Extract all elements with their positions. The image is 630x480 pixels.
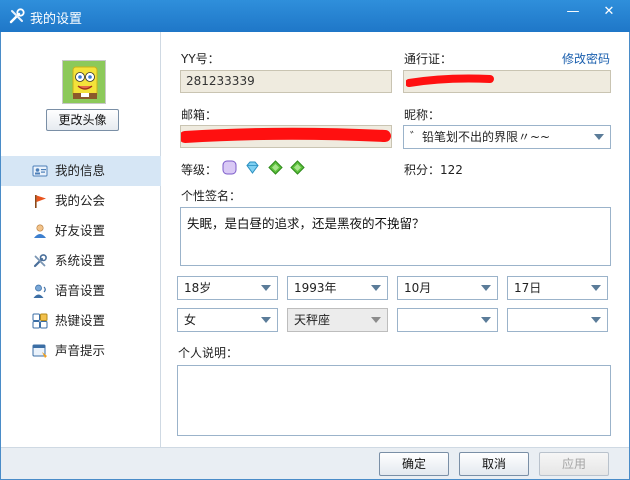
birth-year-value: 1993年 [294, 281, 337, 295]
birth-month-dropdown[interactable]: 10月 [397, 276, 498, 300]
sidebar-item-label: 系统设置 [55, 253, 106, 268]
sidebar-item-label: 好友设置 [55, 223, 106, 238]
minimize-button[interactable]: — [560, 2, 586, 22]
voice-icon [33, 284, 46, 298]
sidebar-item-voice-settings[interactable]: 语音设置 [1, 276, 161, 306]
city-dropdown[interactable] [507, 308, 608, 332]
sidebar-item-sound-alerts[interactable]: 声音提示 [1, 336, 161, 366]
description-input[interactable] [177, 365, 611, 436]
chevron-down-icon[interactable] [591, 317, 601, 323]
points-value: 122 [440, 163, 463, 177]
tools-icon [33, 254, 47, 268]
sidebar-item-system-settings[interactable]: 系统设置 [1, 246, 161, 276]
sidebar-item-label: 我的信息 [55, 163, 106, 178]
tools-icon [9, 8, 25, 24]
title-bar[interactable]: 我的设置 — ✕ [0, 0, 630, 32]
description-label: 个人说明： [178, 346, 239, 360]
hotkey-icon [32, 313, 48, 329]
age-dropdown[interactable]: 18岁 [177, 276, 278, 300]
chevron-down-icon[interactable] [261, 317, 271, 323]
ok-button[interactable]: 确定 [379, 452, 449, 476]
birth-month-value: 10月 [404, 281, 432, 295]
email-label: 邮箱： [181, 108, 218, 122]
sidebar-item-label: 我的公会 [55, 193, 106, 208]
sound-icon [32, 344, 47, 358]
zodiac-value: 天秤座 [294, 313, 331, 327]
sidebar-item-friend-settings[interactable]: 好友设置 [1, 216, 161, 246]
birth-day-dropdown[interactable]: 17日 [507, 276, 608, 300]
dialog-footer: 确定 取消 应用 [1, 447, 629, 479]
sidebar-item-label: 声音提示 [55, 343, 106, 358]
chevron-down-icon[interactable] [481, 317, 491, 323]
level-badges [222, 160, 309, 176]
sidebar: 更改头像 我的信息 我的公会 好友设置 系统设置 语音设置 热键设置 声音提示 [1, 32, 161, 447]
sidebar-item-my-info[interactable]: 我的信息 [1, 156, 161, 186]
gender-value: 女 [184, 313, 197, 327]
sidebar-item-label: 热键设置 [55, 313, 106, 328]
zodiac-dropdown: 天秤座 [287, 308, 388, 332]
close-button[interactable]: ✕ [596, 2, 622, 22]
star-badge-icon [267, 160, 283, 175]
yy-number-label: YY号： [181, 52, 220, 66]
flag-icon [35, 195, 46, 208]
apply-button: 应用 [539, 452, 609, 476]
points-label: 积分：122 [404, 161, 463, 178]
redaction-mark [181, 127, 391, 143]
user-card-icon [32, 165, 48, 177]
change-password-link[interactable]: 修改密码 [562, 50, 610, 67]
nickname-label: 昵称： [404, 108, 441, 122]
redaction-mark [406, 74, 494, 87]
profile-panel: YY号： 281233339 通行证： 修改密码 邮箱： 昵称： ゛铅笔划不出的… [162, 32, 629, 447]
sidebar-item-label: 语音设置 [55, 283, 106, 298]
avatar[interactable] [62, 60, 106, 104]
gender-dropdown[interactable]: 女 [177, 308, 278, 332]
birth-day-value: 17日 [514, 281, 542, 295]
yy-number-field[interactable]: 281233339 [180, 70, 392, 93]
signature-input[interactable]: 失眠，是白昼的追求，还是黑夜的不挽留？ [180, 207, 611, 266]
chevron-down-icon[interactable] [371, 285, 381, 291]
chevron-down-icon[interactable] [591, 285, 601, 291]
cancel-button[interactable]: 取消 [459, 452, 529, 476]
friend-icon [34, 224, 46, 238]
nickname-value: ゛铅笔划不出的界限〃~~ [410, 130, 551, 144]
diamond-badge-icon [246, 161, 259, 174]
window-title: 我的设置 [30, 12, 83, 27]
signature-label: 个性签名： [181, 189, 242, 203]
star-badge-icon [290, 160, 306, 175]
birth-year-dropdown[interactable]: 1993年 [287, 276, 388, 300]
nickname-dropdown[interactable]: ゛铅笔划不出的界限〃~~ [403, 125, 611, 149]
sidebar-item-hotkey-settings[interactable]: 热键设置 [1, 306, 161, 336]
passport-field[interactable] [403, 70, 611, 93]
level-label: 等级： [181, 163, 218, 177]
moon-badge-icon [222, 160, 237, 175]
sidebar-item-my-guild[interactable]: 我的公会 [1, 186, 161, 216]
age-value: 18岁 [184, 281, 212, 295]
sidebar-nav: 我的信息 我的公会 好友设置 系统设置 语音设置 热键设置 声音提示 [1, 156, 161, 366]
passport-label: 通行证： [404, 52, 453, 66]
province-dropdown[interactable] [397, 308, 498, 332]
email-field[interactable] [180, 125, 392, 148]
sponge-character-icon [63, 61, 105, 103]
chevron-down-icon[interactable] [481, 285, 491, 291]
change-avatar-button[interactable]: 更改头像 [46, 109, 119, 131]
chevron-down-icon [371, 317, 381, 323]
chevron-down-icon[interactable] [261, 285, 271, 291]
chevron-down-icon[interactable] [594, 134, 604, 140]
points-label-text: 积分： [404, 163, 441, 177]
